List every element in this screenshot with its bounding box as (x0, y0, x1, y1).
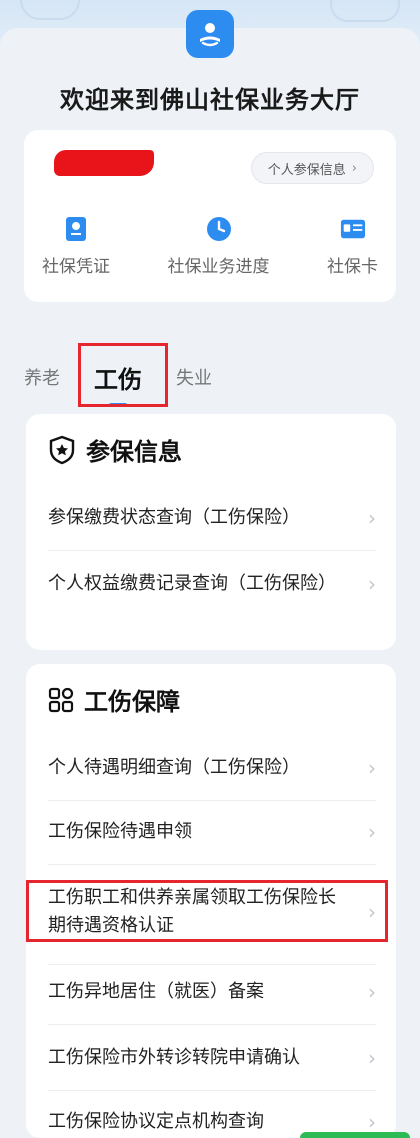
decor-shape (20, 0, 80, 20)
list-item-label: 工伤保险市外转诊转院申请确认 (48, 1047, 300, 1068)
section-title: 工伤保障 (48, 682, 180, 717)
page-title: 欢迎来到佛山社保业务大厅 (60, 86, 360, 114)
chevron-right-icon: › (368, 980, 376, 1004)
user-card: 个人参保信息 › 社保凭证 社保业务进度 社保卡 (24, 130, 396, 302)
quick-action-progress[interactable]: 社保业务进度 (168, 216, 270, 277)
list-item[interactable]: 个人待遇明细查询（工伤保险） › (48, 754, 376, 782)
app-logo-icon (186, 10, 234, 58)
card-icon (340, 216, 366, 242)
list-item-label: 参保缴费状态查询（工伤保险） (48, 507, 300, 528)
section-insurance-info: 参保信息 参保缴费状态查询（工伤保险） › 个人权益缴费记录查询（工伤保险） › (26, 414, 396, 650)
quick-action-label: 社保凭证 (42, 257, 110, 277)
shield-star-icon (49, 435, 75, 464)
personal-info-label: 个人参保信息 (267, 162, 346, 178)
personal-info-button[interactable]: 个人参保信息 › (250, 152, 374, 184)
divider (48, 964, 376, 965)
list-item[interactable]: 参保缴费状态查询（工伤保险） › (48, 504, 376, 532)
divider (48, 550, 376, 551)
divider (48, 1090, 376, 1091)
section-title-text: 参保信息 (86, 438, 182, 466)
clock-icon (206, 216, 232, 242)
quick-actions: 社保凭证 社保业务进度 社保卡 (24, 216, 396, 277)
chevron-right-icon: › (368, 756, 376, 780)
list-item[interactable]: 工伤异地居住（就医）备案 › (48, 978, 376, 1006)
section-title-text: 工伤保障 (84, 688, 180, 716)
quick-action-label: 社保业务进度 (167, 257, 270, 277)
chevron-right-icon: › (351, 160, 357, 176)
floating-action-button[interactable] (300, 1132, 410, 1138)
chevron-right-icon: › (368, 820, 376, 844)
quick-action-certificate[interactable]: 社保凭证 (42, 216, 110, 277)
list-item[interactable]: 工伤保险待遇申领 › (48, 818, 376, 846)
list-item-label: 工伤保险协议定点机构查询 (48, 1111, 264, 1132)
quick-action-label: 社保卡 (327, 257, 378, 277)
divider (48, 864, 376, 865)
chevron-right-icon: › (368, 1046, 376, 1070)
list-item[interactable]: 工伤保险市外转诊转院申请确认 › (48, 1044, 376, 1072)
chevron-right-icon: › (368, 506, 376, 530)
divider (48, 1024, 376, 1025)
list-item-label: 个人权益缴费记录查询（工伤保险） (48, 573, 336, 594)
list-item-label: 个人待遇明细查询（工伤保险） (48, 757, 300, 778)
grid-icon (48, 687, 74, 712)
decor-shape (330, 0, 400, 22)
list-item-label: 工伤异地居住（就医）备案 (48, 981, 264, 1002)
section-title: 参保信息 (48, 432, 182, 467)
certificate-icon (63, 216, 89, 242)
highlight-box-tab (78, 343, 168, 407)
divider (48, 800, 376, 801)
list-item[interactable]: 个人权益缴费记录查询（工伤保险） › (48, 570, 376, 598)
tab-pension[interactable]: 养老 (24, 364, 60, 390)
highlight-box-item (26, 880, 388, 942)
quick-action-card[interactable]: 社保卡 (327, 216, 378, 277)
redacted-name (54, 150, 154, 176)
chevron-right-icon: › (368, 572, 376, 596)
list-item-label: 工伤保险待遇申领 (48, 821, 192, 842)
tab-unemployment[interactable]: 失业 (176, 364, 212, 390)
